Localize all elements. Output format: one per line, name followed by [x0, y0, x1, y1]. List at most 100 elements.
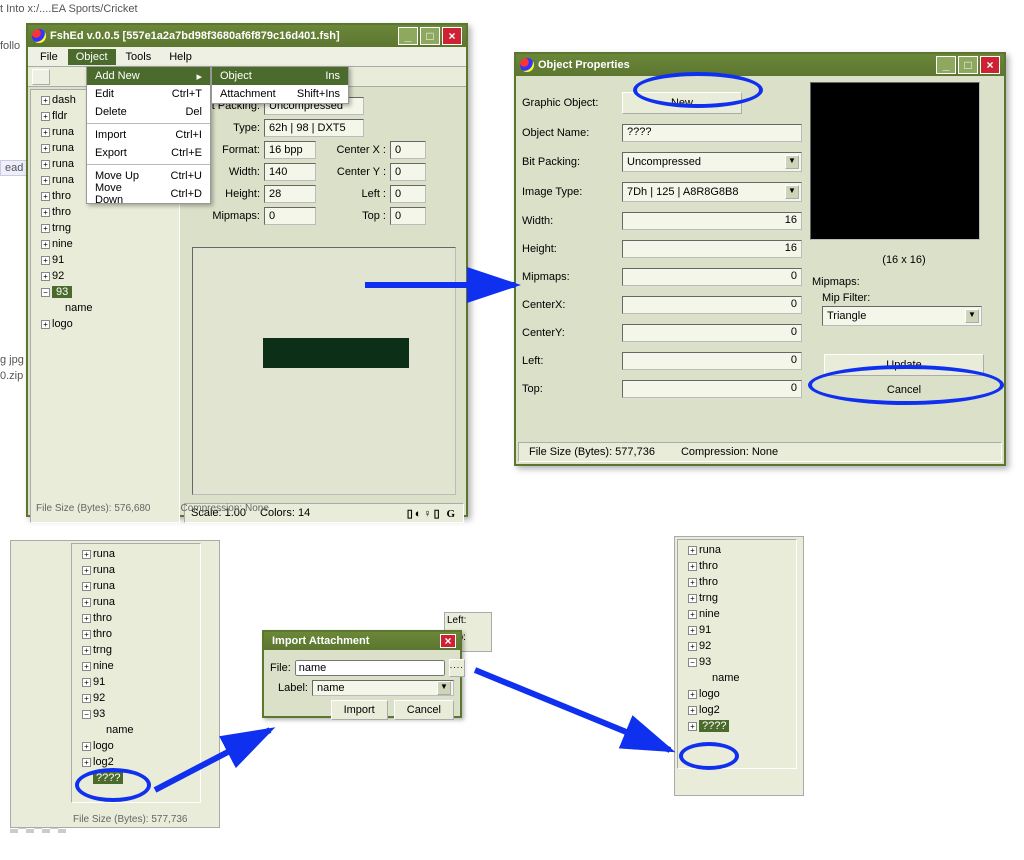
mipmaps-input[interactable]: 0 — [622, 268, 802, 286]
tree-item[interactable]: −93 — [41, 284, 177, 300]
tree-item-child[interactable]: name — [65, 300, 177, 316]
menu-file[interactable]: File — [32, 49, 66, 65]
mipfilter-label: Mip Filter: — [822, 292, 996, 304]
file-input[interactable] — [295, 660, 445, 676]
menu-edit[interactable]: EditCtrl+T — [87, 85, 210, 103]
new-button[interactable]: New — [622, 92, 742, 114]
titlebar[interactable]: Object Properties _ □ × — [516, 54, 1004, 76]
tree-item[interactable]: +thro — [688, 558, 794, 574]
bitpacking-combo[interactable]: Uncompressed▼ — [622, 152, 802, 172]
centerx-input[interactable]: 0 — [622, 296, 802, 314]
submenu-attachment[interactable]: AttachmentShift+Ins — [212, 85, 348, 103]
type-input[interactable] — [264, 119, 364, 137]
menu-delete[interactable]: DeleteDel — [87, 103, 210, 121]
tree-item[interactable]: +nine — [688, 606, 794, 622]
menu-export[interactable]: ExportCtrl+E — [87, 144, 210, 162]
tree-item-child[interactable]: name — [712, 670, 794, 686]
object-name-input[interactable]: ???? — [622, 124, 802, 142]
tree-item[interactable]: +trng — [82, 642, 198, 658]
tree-item[interactable]: +nine — [41, 236, 177, 252]
width-input[interactable]: 16 — [622, 212, 802, 230]
maximize-button[interactable]: □ — [420, 27, 440, 45]
tree-item[interactable]: +92 — [82, 690, 198, 706]
height-input[interactable]: 16 — [622, 240, 802, 258]
tree-item[interactable]: +log2 — [82, 754, 198, 770]
close-button[interactable]: × — [440, 634, 456, 648]
minimize-button[interactable]: _ — [936, 56, 956, 74]
tree-item-new[interactable]: ???? — [82, 770, 198, 786]
footer-compression: Compression: None — [181, 503, 269, 517]
tree-item[interactable]: +91 — [82, 674, 198, 690]
tree-item[interactable]: +runa — [688, 542, 794, 558]
label: Mipmaps: — [522, 271, 622, 283]
tree-item[interactable]: +runa — [82, 578, 198, 594]
label: Top: — [522, 383, 622, 395]
menu-object[interactable]: Object — [68, 49, 116, 65]
toolbar-btn[interactable] — [32, 69, 50, 85]
tree-item[interactable]: +logo — [688, 686, 794, 702]
close-button[interactable]: × — [442, 27, 462, 45]
label: File: — [270, 662, 291, 674]
menu-add-new[interactable]: Add New▸ — [87, 67, 210, 85]
tree-item[interactable]: +logo — [41, 316, 177, 332]
tree-item[interactable]: +trng — [41, 220, 177, 236]
titlebar[interactable]: FshEd v.0.0.5 [557e1a2a7bd98f3680af6f879… — [28, 25, 466, 47]
tree-item[interactable]: +thro — [82, 626, 198, 642]
tree-item[interactable]: +thro — [41, 204, 177, 220]
mipfilter-combo[interactable]: Triangle▼ — [822, 306, 982, 326]
label: Graphic Object: — [522, 97, 622, 109]
label-combo[interactable]: name▼ — [312, 680, 454, 696]
bottom-tree-panel-2: +runa +thro +thro +trng +nine +91 +92 −9… — [674, 536, 804, 796]
menu-tools[interactable]: Tools — [118, 49, 160, 65]
tree-item[interactable]: +thro — [82, 610, 198, 626]
mipmaps-input[interactable] — [264, 207, 316, 225]
footer-filesize: File Size (Bytes): 577,736 — [73, 814, 188, 825]
left-input[interactable] — [390, 185, 426, 203]
close-button[interactable]: × — [980, 56, 1000, 74]
tree-item[interactable]: +logo — [82, 738, 198, 754]
top-input[interactable]: 0 — [622, 380, 802, 398]
tree-item[interactable]: +thro — [688, 574, 794, 590]
top-input[interactable] — [390, 207, 426, 225]
label: Image Type: — [522, 186, 622, 198]
menu-import[interactable]: ImportCtrl+I — [87, 126, 210, 144]
width-input[interactable] — [264, 163, 316, 181]
menu-move-down[interactable]: Move DownCtrl+D — [87, 185, 210, 203]
tree-item[interactable]: −93 — [82, 706, 198, 722]
menu-help[interactable]: Help — [161, 49, 200, 65]
tree-item-child[interactable]: name — [106, 722, 198, 738]
cancel-link[interactable]: Cancel — [810, 384, 998, 396]
tree-item[interactable]: +runa — [82, 562, 198, 578]
centery-input[interactable]: 0 — [622, 324, 802, 342]
tree-item[interactable]: +trng — [688, 590, 794, 606]
annotation-arrow — [470, 660, 680, 760]
minimize-button[interactable]: _ — [398, 27, 418, 45]
label: Top : — [316, 210, 386, 222]
centery-input[interactable] — [390, 163, 426, 181]
dialog-titlebar[interactable]: Import Attachment × — [264, 632, 460, 650]
update-button[interactable]: Update — [824, 354, 984, 376]
browse-button[interactable]: .... — [449, 659, 465, 677]
tree-item[interactable]: +nine — [82, 658, 198, 674]
tree-item[interactable]: −93 — [688, 654, 794, 670]
cancel-button[interactable]: Cancel — [394, 700, 454, 720]
import-button[interactable]: Import — [331, 700, 388, 720]
preview-pane — [192, 247, 456, 495]
tree-item[interactable]: +91 — [688, 622, 794, 638]
tree-item[interactable]: +91 — [41, 252, 177, 268]
submenu-object[interactable]: ObjectIns — [212, 67, 348, 85]
maximize-button[interactable]: □ — [958, 56, 978, 74]
imagetype-combo[interactable]: 7Dh | 125 | A8R8G8B8▼ — [622, 182, 802, 202]
tree-item-new[interactable]: +???? — [688, 718, 794, 734]
format-input[interactable] — [264, 141, 316, 159]
label: Label: — [270, 682, 308, 694]
object-menu-dropdown: Add New▸ EditCtrl+T DeleteDel ImportCtrl… — [86, 66, 211, 204]
tree-item[interactable]: +92 — [41, 268, 177, 284]
tree-item[interactable]: +log2 — [688, 702, 794, 718]
left-input[interactable]: 0 — [622, 352, 802, 370]
height-input[interactable] — [264, 185, 316, 203]
tree-item[interactable]: +runa — [82, 546, 198, 562]
tree-item[interactable]: +runa — [82, 594, 198, 610]
tree-item[interactable]: +92 — [688, 638, 794, 654]
centerx-input[interactable] — [390, 141, 426, 159]
